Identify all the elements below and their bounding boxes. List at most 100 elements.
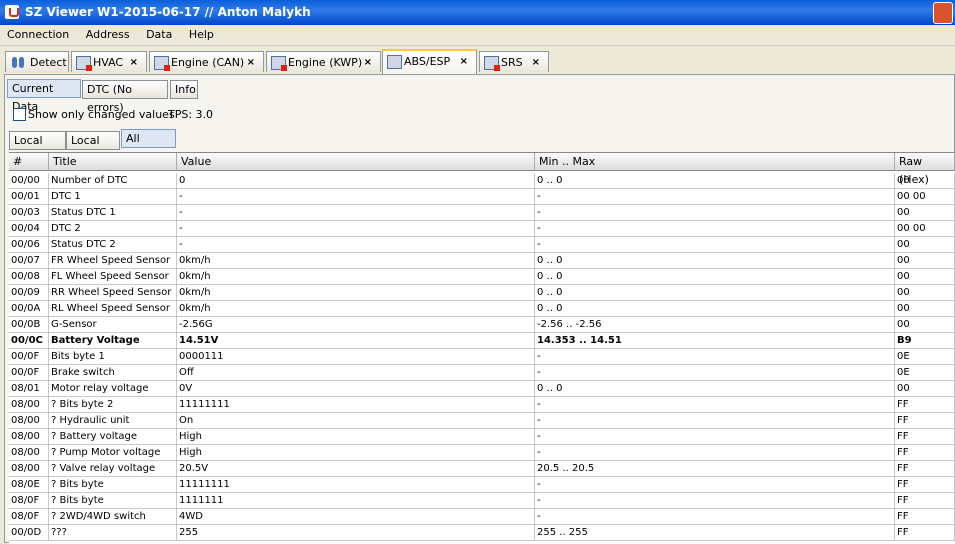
cell-title: Battery Voltage — [49, 333, 177, 349]
cell-value: 1111111 — [177, 493, 535, 509]
close-tab-icon[interactable]: × — [532, 52, 540, 73]
tab-info[interactable]: Info — [170, 80, 198, 99]
column-header-title[interactable]: Title — [49, 153, 177, 171]
table-row[interactable]: 00/03 Status DTC 1- -00 — [9, 205, 955, 221]
menu-address[interactable]: Address — [79, 25, 136, 41]
cell-raw-hex: 00 — [895, 317, 955, 333]
table-row[interactable]: 08/00? Hydraulic unit On - FF — [9, 413, 955, 429]
close-tab-icon[interactable]: × — [364, 52, 372, 73]
table-row[interactable]: 00/07 FR Wheel Speed Sensor 0km/h 0 .. 0 00 — [9, 253, 955, 269]
table-row[interactable]: 00/0B G-Sensor -2.56G -2.56 .. -2.56 00 — [9, 317, 955, 333]
table-row[interactable]: 08/00? Pump Motor voltage High - FF — [9, 445, 955, 461]
table-row[interactable]: 08/00? Battery voltage High - FF — [9, 429, 955, 445]
show-changed-label: Show only changed values — [28, 108, 175, 121]
table-row[interactable]: 00/0C Battery Voltage 14.51V 14.353 .. 14.5… — [9, 333, 955, 349]
table-row[interactable]: 08/0F? 2WD/4WD switch 4WD - FF — [9, 509, 955, 525]
tab-dtc[interactable]: DTC (No errors) — [82, 80, 168, 114]
cell-min-max: - — [535, 397, 895, 413]
cell-title: ? Hydraulic unit — [49, 413, 177, 429]
cell-value: - — [177, 205, 535, 221]
tab-hvac[interactable]: HVAC × — [71, 51, 147, 72]
menu-data[interactable]: Data — [139, 25, 178, 41]
table-row[interactable]: 00/0F Bits byte 1 0000111-0E — [9, 349, 955, 365]
cell-title: Status DTC 2 — [49, 237, 177, 253]
cell-value: -2.56G — [177, 317, 535, 333]
close-tab-icon[interactable]: × — [247, 52, 255, 73]
cell-number: 00/0F — [9, 365, 49, 381]
ecu-disconnected-icon — [271, 56, 287, 71]
close-tab-icon[interactable]: × — [130, 52, 138, 73]
table-row[interactable]: 00/09 RR Wheel Speed Sensor 0km/h 0 .. 0 00 — [9, 285, 955, 301]
cell-number: 00/01 — [9, 189, 49, 205]
tab-srs[interactable]: SRS × — [479, 51, 549, 72]
cell-raw-hex: 0E — [895, 365, 955, 381]
cell-title: DTC 1 — [49, 189, 177, 205]
cell-title: FR Wheel Speed Sensor — [49, 253, 177, 269]
show-changed-checkbox[interactable] — [13, 108, 26, 121]
table-row[interactable]: 00/08 FL Wheel Speed Sensor 0km/h 0 .. 0 00 — [9, 269, 955, 285]
table-row[interactable]: 00/01 DTC 1- -00 00 — [9, 189, 955, 205]
cell-raw-hex: B9 — [895, 333, 955, 349]
cell-raw-hex: FF — [895, 477, 955, 493]
table-row[interactable]: 08/0F? Bits byte 1111111- FF — [9, 493, 955, 509]
menu-help[interactable]: Help — [182, 25, 220, 41]
table-row[interactable]: 00/04 DTC 2- -00 00 — [9, 221, 955, 237]
cell-value: 4WD — [177, 509, 535, 525]
cell-raw-hex: 00 — [895, 173, 955, 189]
cell-min-max: - — [535, 237, 895, 253]
menu-connection[interactable]: Connection — [0, 25, 75, 41]
cell-raw-hex: 00 00 — [895, 221, 955, 237]
tab-local-08h[interactable]: Local 08h — [66, 131, 120, 165]
tab-detect[interactable]: Detect — [5, 51, 69, 72]
tab-abs-esp[interactable]: ABS/ESP × — [382, 49, 477, 74]
cell-number: 08/00 — [9, 445, 49, 461]
cell-title: ? Bits byte 2 — [49, 397, 177, 413]
table-row[interactable]: 00/0F Brake switch Off -0E — [9, 365, 955, 381]
table-row[interactable]: 00/0A RL Wheel Speed Sensor 0km/h 0 .. 0 00 — [9, 301, 955, 317]
table-row[interactable]: 00/0D??? 255 255 .. 255 FF — [9, 525, 955, 541]
cell-title: ? Valve relay voltage — [49, 461, 177, 477]
cell-min-max: 14.353 .. 14.51 — [535, 333, 895, 349]
ecu-disconnected-icon — [484, 56, 500, 71]
table-row[interactable]: 08/01 Motor relay voltage 0V 0 .. 0 00 — [9, 381, 955, 397]
cell-raw-hex: FF — [895, 445, 955, 461]
cell-min-max: - — [535, 477, 895, 493]
tab-local-00h[interactable]: Local 00h — [9, 131, 66, 165]
cell-raw-hex: FF — [895, 413, 955, 429]
cell-value: - — [177, 237, 535, 253]
cell-value: High — [177, 445, 535, 461]
cell-title: Number of DTC — [49, 173, 177, 189]
column-header-min-max[interactable]: Min .. Max — [535, 153, 895, 171]
cell-title: Brake switch — [49, 365, 177, 381]
cell-min-max: 0 .. 0 — [535, 253, 895, 269]
column-header-raw-hex[interactable]: Raw (Hex) — [895, 153, 955, 186]
table-row[interactable]: 08/00? Bits byte 2 11111111- FF — [9, 397, 955, 413]
tab-current-data[interactable]: Current Data — [7, 79, 81, 113]
cell-min-max: -2.56 .. -2.56 — [535, 317, 895, 333]
column-header-value[interactable]: Value — [177, 153, 535, 171]
cell-raw-hex: 00 — [895, 381, 955, 397]
cell-value: High — [177, 429, 535, 445]
table-row[interactable]: 08/00? Valve relay voltage 20.5V 20.5 .. 2… — [9, 461, 955, 477]
cell-title: Status DTC 1 — [49, 205, 177, 221]
cell-raw-hex: FF — [895, 525, 955, 541]
tab-all-slow[interactable]: All (slow) — [121, 129, 176, 163]
window-close-button[interactable] — [933, 2, 953, 24]
title-bar: SZ Viewer W1-2015-06-17 // Anton Malykh — [0, 0, 955, 25]
close-tab-icon[interactable]: × — [460, 51, 468, 72]
cell-number: 00/0D — [9, 525, 49, 541]
cell-raw-hex: 0E — [895, 349, 955, 365]
tab-engine-can[interactable]: Engine (CAN) × — [149, 51, 264, 72]
table-row[interactable]: 00/00 Number of DTC 0 0 .. 0 00 — [9, 173, 955, 189]
cell-number: 00/09 — [9, 285, 49, 301]
tab-engine-kwp[interactable]: Engine (KWP) × — [266, 51, 381, 72]
cell-value: 20.5V — [177, 461, 535, 477]
table-row[interactable]: 00/06 Status DTC 2- -00 — [9, 237, 955, 253]
cell-number: 00/0F — [9, 349, 49, 365]
cell-number: 00/08 — [9, 269, 49, 285]
column-header-number[interactable]: # — [9, 153, 49, 171]
cell-raw-hex: FF — [895, 493, 955, 509]
cell-min-max: 0 .. 0 — [535, 301, 895, 317]
table-row[interactable]: 08/0E? Bits byte 11111111- FF — [9, 477, 955, 493]
ecu-connected-icon — [387, 55, 402, 69]
